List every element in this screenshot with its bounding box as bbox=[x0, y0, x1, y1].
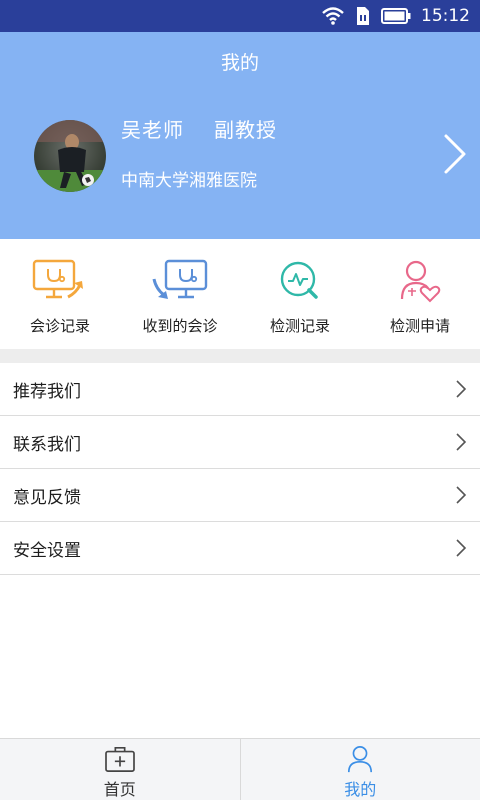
menu-item-contact[interactable]: 联系我们 bbox=[0, 416, 480, 469]
test-request-icon bbox=[400, 260, 441, 303]
chevron-right-icon bbox=[456, 539, 467, 557]
menu-label: 意见反馈 bbox=[13, 487, 81, 508]
quick-label: 收到的会诊 bbox=[142, 317, 218, 335]
quick-label: 检测记录 bbox=[269, 317, 330, 335]
quick-item-received-consultation[interactable]: 收到的会诊 bbox=[120, 239, 240, 349]
tab-mine[interactable]: 我的 bbox=[239, 739, 480, 800]
consultation-record-icon bbox=[32, 259, 83, 299]
user-icon bbox=[348, 746, 373, 773]
profile-name: 吴老师 bbox=[121, 118, 184, 142]
quick-item-test-record[interactable]: 检测记录 bbox=[240, 239, 360, 349]
profile-hospital: 中南大学湘雅医院 bbox=[121, 171, 257, 191]
chevron-right-icon bbox=[456, 433, 467, 451]
quick-item-consultation-record[interactable]: 会诊记录 bbox=[0, 239, 120, 349]
settings-menu: 推荐我们 联系我们 意见反馈 安全设置 bbox=[0, 363, 480, 575]
sim-icon bbox=[355, 6, 371, 26]
quick-actions: 会诊记录 收到的会诊 检测记录 检测申请 bbox=[0, 239, 480, 349]
menu-item-security[interactable]: 安全设置 bbox=[0, 522, 480, 575]
quick-label: 检测申请 bbox=[389, 317, 450, 335]
page-title: 我的 bbox=[220, 52, 259, 74]
quick-item-test-request[interactable]: 检测申请 bbox=[360, 239, 480, 349]
received-consultation-icon bbox=[152, 259, 208, 299]
section-divider bbox=[0, 349, 480, 363]
test-record-icon bbox=[280, 261, 318, 299]
chevron-right-icon bbox=[456, 486, 467, 504]
status-bar: 15:12 bbox=[0, 0, 480, 32]
tab-label: 首页 bbox=[103, 780, 136, 799]
wifi-icon bbox=[321, 6, 345, 26]
status-time: 15:12 bbox=[421, 6, 470, 26]
medical-kit-icon bbox=[104, 746, 135, 772]
menu-item-recommend[interactable]: 推荐我们 bbox=[0, 363, 480, 416]
avatar[interactable] bbox=[34, 120, 106, 192]
menu-label: 联系我们 bbox=[13, 434, 81, 455]
menu-label: 安全设置 bbox=[13, 540, 81, 561]
menu-label: 推荐我们 bbox=[13, 381, 81, 402]
chevron-right-icon[interactable] bbox=[440, 132, 470, 176]
profile-title: 副教授 bbox=[214, 118, 277, 142]
bottom-tab-bar: 首页 我的 bbox=[0, 738, 480, 800]
tab-home[interactable]: 首页 bbox=[0, 739, 240, 800]
chevron-right-icon bbox=[456, 380, 467, 398]
menu-item-feedback[interactable]: 意见反馈 bbox=[0, 469, 480, 522]
tab-label: 我的 bbox=[344, 780, 377, 799]
quick-label: 会诊记录 bbox=[29, 317, 90, 335]
profile-header[interactable]: 我的 吴老师 副教授 中南大学湘雅医院 bbox=[0, 32, 480, 239]
battery-icon bbox=[381, 8, 411, 24]
